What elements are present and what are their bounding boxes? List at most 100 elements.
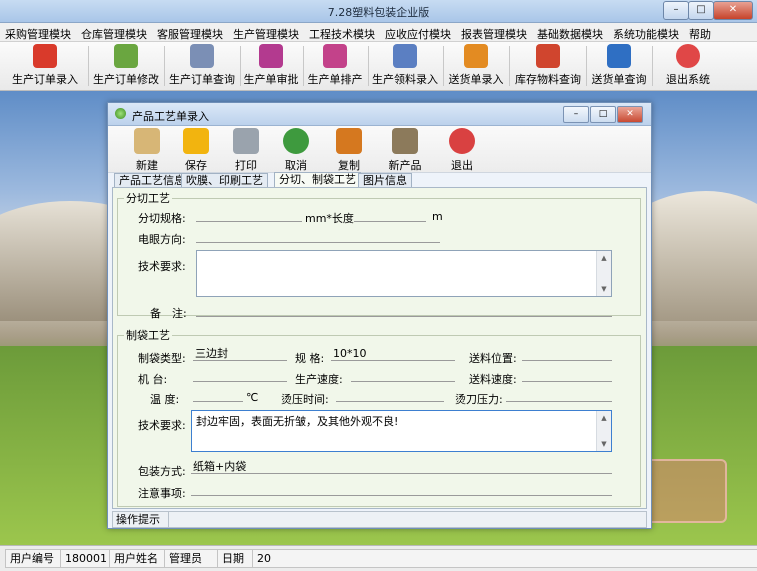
app-icon [115,108,126,119]
bag-spec-field[interactable]: 10*10 [331,347,455,361]
scroll-down-icon[interactable]: ▼ [598,283,610,295]
menu-item[interactable]: 帮助 [684,23,716,42]
cut-spec-label: 分切规格: [138,212,186,225]
cut-note-field[interactable] [196,303,612,317]
cut-spec-field[interactable] [196,208,302,222]
production-speed-label: 生产速度: [295,373,343,386]
eye-direction-field[interactable] [196,229,440,243]
attention-label: 注意事项: [138,487,186,500]
new-product-button[interactable]: 新产品 [382,128,428,173]
user-name-value: 管理员 [164,549,218,568]
menu-item[interactable]: 报表管理模块 [456,23,532,42]
temperature-field[interactable] [193,388,243,402]
scroll-up-icon[interactable]: ▲ [598,412,610,424]
flower-icon [114,44,138,68]
cut-tech-textarea[interactable]: ▲ ▼ [196,250,612,297]
eye-direction-label: 电眼方向: [138,233,186,246]
dialog-toolbar: 新建 保存 打印 取消 复制 新产品 退出 [108,126,651,173]
toolbar-exit-button[interactable]: 退出系统 [660,44,716,88]
menu-item[interactable]: 应收应付模块 [380,23,456,42]
dialog-maximize-button[interactable]: □ [590,106,616,123]
blade-pressure-label: 烫刀压力: [455,393,503,406]
toolbar-approve-button[interactable]: 生产单审批 [242,44,300,88]
machine-field[interactable] [193,368,287,382]
toolbar-delivery-entry-button[interactable]: 送货单录入 [446,44,506,88]
undo-icon [283,128,309,154]
dialog-close-button[interactable]: ✕ [617,106,643,123]
user-name-label: 用户姓名 [109,549,165,568]
toolbar-material-entry-button[interactable]: 生产领料录入 [370,44,440,88]
bag-type-label: 制袋类型: [138,352,186,365]
temperature-label: 温 度: [150,393,180,406]
tab-images[interactable]: 图片信息 [358,173,412,188]
exit-button[interactable]: 退出 [439,128,485,173]
material-icon [393,44,417,68]
new-button[interactable]: 新建 [124,128,170,173]
tab-blow-print[interactable]: 吹膜、印刷工艺 [181,173,268,188]
new-doc-icon [134,128,160,154]
bag-tech-textarea[interactable]: 封边牢固，表面无折皱，及其他外观不良! ▲ ▼ [191,410,612,452]
date-label: 日期 [217,549,253,568]
window-title: 7.28塑料包装企业版 [327,6,430,19]
save-button[interactable]: 保存 [173,128,219,173]
menu-item[interactable]: 采购管理模块 [0,23,76,42]
feed-speed-field[interactable] [522,368,612,382]
packing-field[interactable]: 纸箱+内袋 [191,460,612,474]
menu-item[interactable]: 基础数据模块 [532,23,608,42]
toolbar-inventory-query-button[interactable]: 库存物料查询 [512,44,584,88]
toolbar-order-query-button[interactable]: 生产订单查询 [166,44,238,88]
scroll-down-icon[interactable]: ▼ [598,438,610,450]
user-no-label: 用户编号 [5,549,61,568]
minimize-button[interactable]: – [663,1,689,20]
tab-panel: 分切工艺 分切规格: mm*长度 m 电眼方向: 技术要求: ▲ ▼ 备 注: … [112,187,647,509]
cancel-button[interactable]: 取消 [273,128,319,173]
production-speed-field[interactable] [351,368,455,382]
cut-length-unit: m [432,210,443,223]
menu-item[interactable]: 工程技术模块 [304,23,380,42]
schedule-icon [323,44,347,68]
status-bar: 用户编号 180001 用户姓名 管理员 日期 20 [0,545,757,571]
toolbar-order-entry-button[interactable]: 生产订单录入 [6,44,84,88]
toolbar-order-edit-button[interactable]: 生产订单修改 [90,44,162,88]
tab-product-process[interactable]: 产品工艺信息 [114,173,190,188]
maximize-button[interactable]: □ [688,1,714,20]
document-search-icon [190,44,214,68]
menu-item[interactable]: 生产管理模块 [228,23,304,42]
cut-process-legend: 分切工艺 [126,192,170,205]
feed-position-field[interactable] [522,347,612,361]
new-product-icon [392,128,418,154]
close-button[interactable]: ✕ [713,1,753,20]
bag-spec-label: 规 格: [295,352,325,365]
feed-position-label: 送料位置: [469,352,517,365]
user-no-value: 180001 [60,549,110,568]
cut-spec-unit: mm*长度 [305,212,354,225]
dialog-statusbar: 操作提示 [112,511,647,528]
menu-item[interactable]: 系统功能模块 [608,23,684,42]
bag-tech-text: 封边牢固，表面无折皱，及其他外观不良! [196,415,399,428]
cut-length-field[interactable] [354,208,426,222]
cut-note-label: 备 注: [150,307,187,320]
press-time-field[interactable] [336,388,444,402]
menu-item[interactable]: 客服管理模块 [152,23,228,42]
cut-tech-label: 技术要求: [138,260,186,273]
cut-tech-scrollbar[interactable]: ▲ ▼ [596,251,611,296]
feed-speed-label: 送料速度: [469,373,517,386]
attention-field[interactable] [191,482,612,496]
toolbar-delivery-query-button[interactable]: 送货单查询 [589,44,649,88]
pdf-icon [33,44,57,68]
bag-tech-scrollbar[interactable]: ▲ ▼ [596,411,611,451]
exit-icon [449,128,475,154]
toolbar-schedule-button[interactable]: 生产单排产 [306,44,364,88]
copy-button[interactable]: 复制 [326,128,372,173]
bag-type-field[interactable]: 三边封 [193,347,287,361]
pen-approve-icon [259,44,283,68]
date-value: 20 [252,549,757,568]
exit-icon [676,44,700,68]
scroll-up-icon[interactable]: ▲ [598,252,610,264]
dialog-minimize-button[interactable]: – [563,106,589,123]
menu-bar: 采购管理模块 仓库管理模块 客服管理模块 生产管理模块 工程技术模块 应收应付模块 报表管理… [0,23,757,42]
print-button[interactable]: 打印 [223,128,269,173]
bag-tech-label: 技术要求: [138,419,186,432]
menu-item[interactable]: 仓库管理模块 [76,23,152,42]
blade-pressure-field[interactable] [506,388,612,402]
